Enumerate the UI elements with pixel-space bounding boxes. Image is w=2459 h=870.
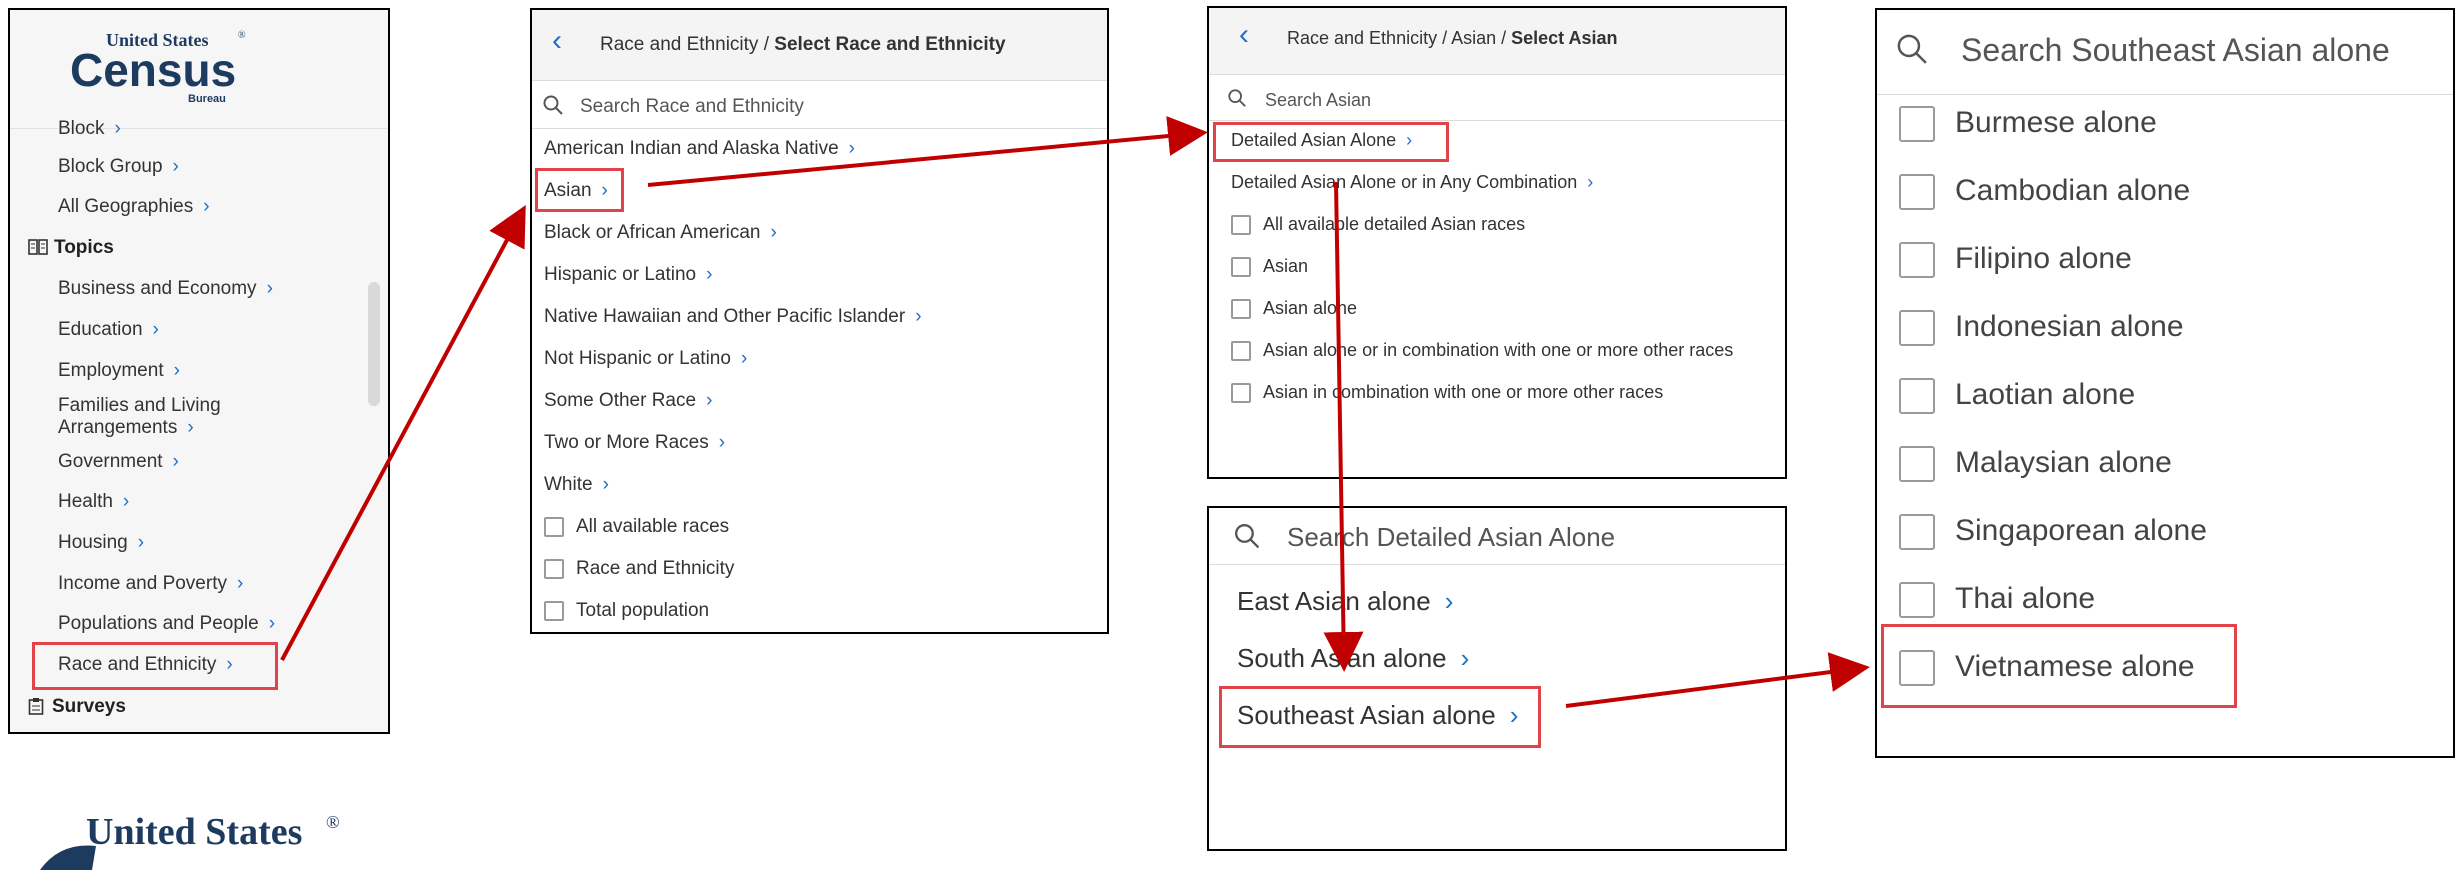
arrow-southeast-to-list bbox=[1566, 668, 1862, 706]
arrow-asian-to-asian-panel bbox=[648, 133, 1200, 185]
arrow-sidebar-to-race bbox=[282, 212, 522, 660]
arrow-detailed-to-detailed-panel bbox=[1336, 182, 1344, 664]
flow-arrows bbox=[0, 0, 2459, 845]
